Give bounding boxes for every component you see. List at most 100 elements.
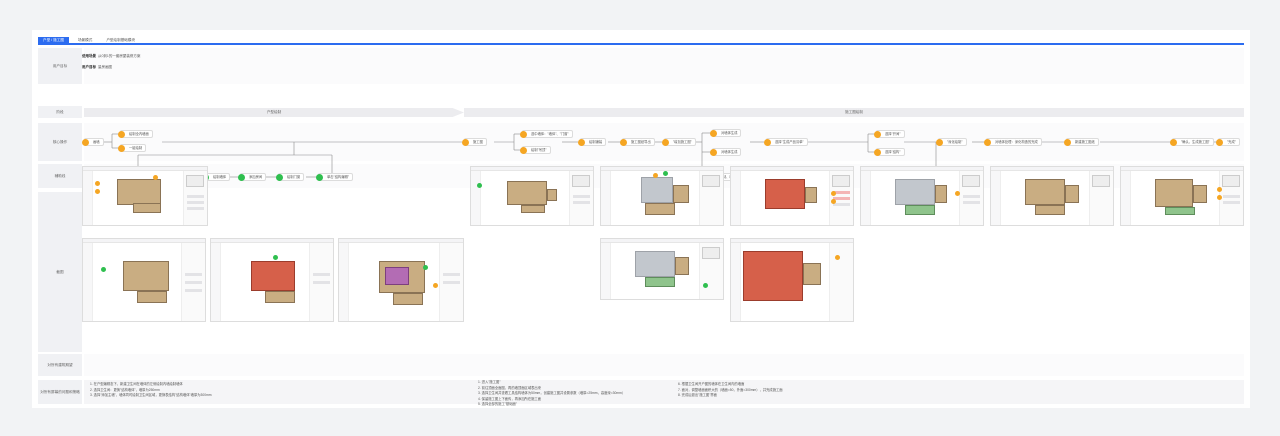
screenshot-10 <box>338 238 464 322</box>
status-dot-icon <box>118 131 125 138</box>
screenshot-1 <box>82 166 208 226</box>
goal-label: 用户目标 <box>82 65 96 69</box>
node-label: 画墙 <box>93 140 100 144</box>
status-dot-icon <box>874 149 881 156</box>
scene-line: 使用场景 从0到1的一套房屋装修方案 <box>82 54 140 59</box>
screenshot-5 <box>860 166 984 226</box>
row-label-screens: 截图 <box>38 192 82 352</box>
status-dot-icon <box>238 174 245 181</box>
row-label-user-goal: 用户目标 <box>38 48 82 84</box>
node-construction-drawing[interactable]: 施工图 <box>462 138 487 146</box>
screenshot-2 <box>470 166 594 226</box>
summary-row <box>84 380 1244 404</box>
status-dot-icon <box>984 139 991 146</box>
notes-left: 1. 在户型编辑态下，新建卫生间在墙体的左侧绘制内墙绘制墙体 2. 选择卫生间：… <box>90 382 212 399</box>
stage-construction: 施工图绘制 <box>464 108 1244 117</box>
node-draw-ceiling[interactable]: 绘制"吊顶" <box>520 146 551 154</box>
expectation-row <box>84 354 1244 376</box>
status-dot-icon <box>462 139 469 146</box>
node-label: 添加房间 <box>249 175 263 179</box>
status-dot-icon <box>1216 139 1223 146</box>
node-label: 施工图纸导出 <box>631 140 651 144</box>
node-label: 施工图 <box>473 140 483 144</box>
node-label: "确认，生成施工图" <box>1181 140 1210 144</box>
screenshot-11 <box>600 238 724 300</box>
node-one-click-draw[interactable]: 一键绘制 <box>118 144 147 152</box>
node-label: 对墙体生成 <box>721 150 738 154</box>
user-goal-row <box>84 48 1244 84</box>
row-label-expectation: 对所有建筑期望 <box>38 354 82 376</box>
screenshot-12 <box>730 238 854 322</box>
node-deepen-draw[interactable]: "深化绘制" <box>936 138 967 146</box>
node-draw-wall[interactable]: 画墙 <box>82 138 104 146</box>
node-label: 选择"结构" <box>885 150 901 154</box>
node-label: 绘制墙体 <box>213 175 227 179</box>
status-dot-icon <box>1064 139 1071 146</box>
status-dot-icon <box>520 147 527 154</box>
node-label: 选择"开间" <box>885 132 901 136</box>
note-line: 5. 选择全部的施工"基础面" <box>478 402 517 406</box>
status-dot-icon <box>710 149 717 156</box>
node-label: 绘制全内墙面 <box>129 132 149 136</box>
row-label-stage: 阶段 <box>38 106 82 118</box>
node-complete[interactable]: "完成" <box>1216 138 1240 146</box>
screenshot-9 <box>210 238 334 322</box>
status-dot-icon <box>316 174 323 181</box>
scene-label: 使用场景 <box>82 54 96 58</box>
node-draw-inner-walls[interactable]: 绘制全内墙面 <box>118 130 153 138</box>
notes-mid: 1. 进入"施工图" 2. 前往顶面全面图，再的墙顶面区域表出来 3. 选择卫生… <box>478 380 625 408</box>
node-add-construction[interactable]: "增加施工图" <box>662 138 696 146</box>
node-wall-generate-2[interactable]: 对墙体生成 <box>710 148 742 156</box>
node-label: 选择"生成产品清单" <box>775 140 804 144</box>
node-select-structure[interactable]: 选择"结构" <box>874 148 905 156</box>
screenshot-8 <box>82 238 206 322</box>
node-new-drawing[interactable]: 新建施工图纸 <box>1064 138 1099 146</box>
status-dot-icon <box>874 131 881 138</box>
status-dot-icon <box>1170 139 1177 146</box>
status-dot-icon <box>82 139 89 146</box>
node-draw-paving[interactable]: 绘制铺装 <box>578 138 607 146</box>
status-dot-icon <box>520 131 527 138</box>
aux-draw-doors[interactable]: 绘制门窗 <box>276 173 305 181</box>
note-line: 3. 选择"添加主墙"，墙体同时绘制卫生间区域，更换表结构"结构墙体"墙厚为30… <box>90 393 212 397</box>
row-label-aux-flow: 辅助线 <box>38 164 82 188</box>
note-line: 3. 选择卫生间并查看工具结构墙体为50mm，创建施工图并设置参数（墙厚=25m… <box>478 391 626 395</box>
status-dot-icon <box>276 174 283 181</box>
node-select-bay[interactable]: 选择"开间" <box>874 130 905 138</box>
node-label: 绘制门窗 <box>287 175 301 179</box>
aux-add-room[interactable]: 添加房间 <box>238 173 267 181</box>
status-dot-icon <box>662 139 669 146</box>
note-line: 8. 完成后退出"施工图"界面 <box>678 393 717 397</box>
tab-underline <box>38 43 1244 45</box>
node-product-list[interactable]: 选择"生成产品清单" <box>764 138 808 146</box>
journey-board: 户型 / 施工图 场景模式 户型绘制基础模块 用户目标 阶段 核心操作 辅助线 … <box>32 30 1250 408</box>
screenshot-3 <box>600 166 724 226</box>
node-wall-process[interactable]: 对墙体处理：深化构造的完成 <box>984 138 1042 146</box>
node-confirm-generate[interactable]: "确认，生成施工图" <box>1170 138 1214 146</box>
screenshot-7 <box>1120 166 1244 226</box>
row-label-core-flow: 核心操作 <box>38 123 82 161</box>
status-dot-icon <box>710 130 717 137</box>
row-label-summary: 对所有屏幕的问题和策略 <box>38 380 82 404</box>
node-label: 对墙体处理：深化构造的完成 <box>995 140 1038 144</box>
scene-text: 从0到1的一套房屋装修方案 <box>97 54 141 58</box>
node-select-wall[interactable]: 选中墙体："墙体"、"门窗" <box>520 130 573 138</box>
aux-structure-edit[interactable]: 单击"结构编辑" <box>316 173 354 181</box>
node-label: "增加施工图" <box>673 140 692 144</box>
node-label: 绘制"吊顶" <box>531 148 547 152</box>
status-dot-icon <box>118 145 125 152</box>
goal-line: 用户目标 量房画图 <box>82 65 112 70</box>
status-dot-icon <box>764 139 771 146</box>
node-label: 新建施工图纸 <box>1075 140 1095 144</box>
node-export-drawing[interactable]: 施工图纸导出 <box>620 138 655 146</box>
goal-text: 量房画图 <box>97 65 112 69</box>
status-dot-icon <box>578 139 585 146</box>
screenshot-4 <box>730 166 854 226</box>
node-label: 对墙体生成 <box>721 131 738 135</box>
node-label: "完成" <box>1227 140 1236 144</box>
node-wall-generate-1[interactable]: 对墙体生成 <box>710 129 742 137</box>
node-label: 绘制铺装 <box>589 140 603 144</box>
node-label: 单击"结构编辑" <box>327 175 350 179</box>
stage-floorplan: 户型绘制 <box>84 108 464 117</box>
node-label: "深化绘制" <box>947 140 963 144</box>
